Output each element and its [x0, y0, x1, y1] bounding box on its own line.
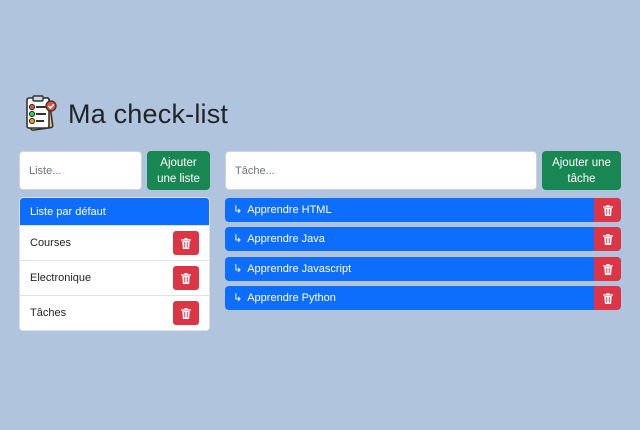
task-item[interactable]: ↳ Apprendre Python [225, 286, 621, 310]
add-task-button[interactable]: Ajouter une tâche [542, 151, 621, 190]
trash-icon [181, 237, 191, 249]
task-label: Apprendre Java [247, 233, 325, 245]
list-item-label: Tâches [30, 307, 67, 319]
list-group: Liste par défaut Courses Electronique Tâ… [19, 197, 210, 331]
task-item[interactable]: ↳ Apprendre HTML [225, 198, 621, 222]
delete-task-button[interactable] [594, 257, 621, 281]
list-item-label: Courses [30, 237, 71, 249]
task-label: Apprendre HTML [247, 204, 332, 216]
delete-list-button[interactable] [173, 301, 199, 325]
list-name-input[interactable]: Liste... [19, 151, 142, 190]
list-item-label: Liste par défaut [30, 205, 106, 218]
trash-icon [602, 204, 613, 216]
checklist-clipboard-icon [26, 95, 57, 131]
subdirectory-arrow-icon: ↳ [233, 203, 243, 216]
delete-task-button[interactable] [594, 286, 621, 310]
subdirectory-arrow-icon: ↳ [233, 262, 243, 275]
task-label: Apprendre Javascript [247, 263, 352, 275]
task-item[interactable]: ↳ Apprendre Java [225, 227, 621, 251]
delete-task-button[interactable] [594, 198, 621, 222]
page-header: Ma check-list [20, 94, 228, 134]
trash-icon [602, 263, 613, 275]
list-item-courses[interactable]: Courses [20, 225, 209, 260]
trash-icon [602, 233, 613, 245]
task-name-input[interactable]: Tâche... [225, 151, 537, 190]
list-item-label: Electronique [30, 272, 92, 284]
delete-list-button[interactable] [173, 266, 199, 290]
task-label: Apprendre Python [247, 292, 336, 304]
list-item-default[interactable]: Liste par défaut [20, 198, 209, 225]
page-title: Ma check-list [68, 98, 229, 129]
trash-icon [181, 272, 191, 284]
delete-task-button[interactable] [594, 227, 621, 251]
trash-icon [602, 292, 613, 304]
task-item[interactable]: ↳ Apprendre Javascript [225, 257, 621, 281]
subdirectory-arrow-icon: ↳ [233, 291, 243, 304]
delete-list-button[interactable] [173, 231, 199, 255]
list-item-electronique[interactable]: Electronique [20, 260, 209, 295]
list-item-taches[interactable]: Tâches [20, 295, 209, 330]
subdirectory-arrow-icon: ↳ [233, 232, 243, 245]
trash-icon [181, 307, 191, 319]
add-list-button[interactable]: Ajouter une liste [147, 151, 210, 190]
